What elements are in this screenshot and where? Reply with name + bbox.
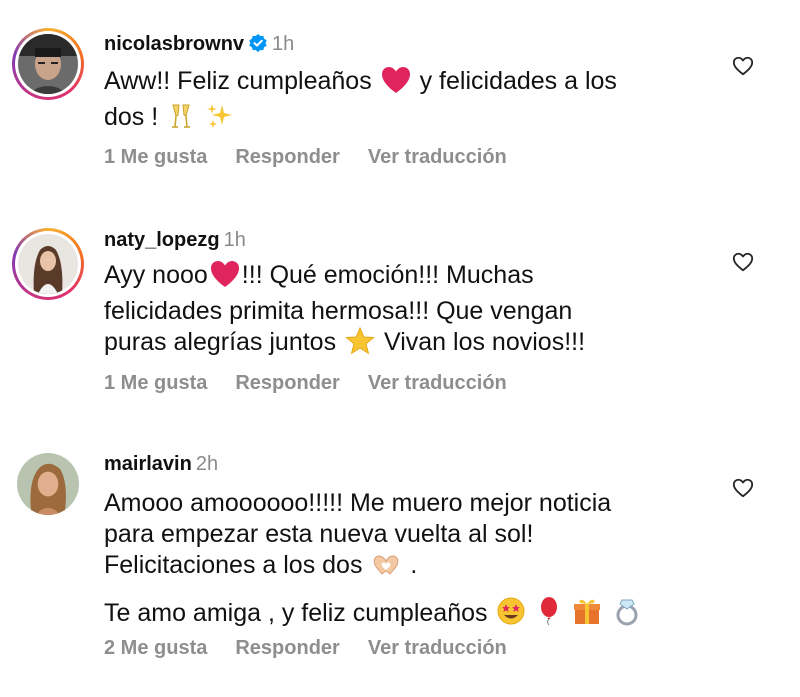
comment-actions: 2 Me gusta Responder Ver traducción bbox=[104, 637, 535, 660]
comment-text-line: . bbox=[410, 551, 418, 579]
gift-emoji-icon bbox=[572, 596, 602, 634]
comment-time: 2h bbox=[195, 453, 219, 475]
comment-username[interactable]: mairlavin bbox=[104, 453, 192, 475]
comment-text-line: Te amo amiga , y feliz cumpleaños bbox=[104, 599, 488, 627]
comment: mairlavin 2h Amooo amoooooo!!!!! Me muero… bbox=[0, 0, 800, 697]
balloon-emoji-icon bbox=[537, 596, 561, 634]
comment-text-line: para empezar esta nueva vuelta al sol! bbox=[104, 520, 534, 548]
comment-text: Amooo amoooooo!!!!! Me muero mejor notic… bbox=[104, 488, 704, 634]
reply-button[interactable]: Responder bbox=[235, 637, 339, 659]
likes-count[interactable]: 2 Me gusta bbox=[104, 637, 207, 659]
star-struck-emoji-icon bbox=[496, 596, 526, 634]
like-heart-icon[interactable] bbox=[732, 477, 754, 499]
comment-text-line: Felicitaciones a los dos bbox=[104, 551, 363, 579]
heart-hands-emoji-icon bbox=[371, 552, 401, 586]
ring-emoji-icon bbox=[613, 596, 641, 634]
translate-button[interactable]: Ver traducción bbox=[368, 637, 507, 659]
avatar[interactable] bbox=[12, 448, 84, 520]
comment-text-line: Amooo amoooooo!!!!! Me muero mejor notic… bbox=[104, 489, 612, 517]
